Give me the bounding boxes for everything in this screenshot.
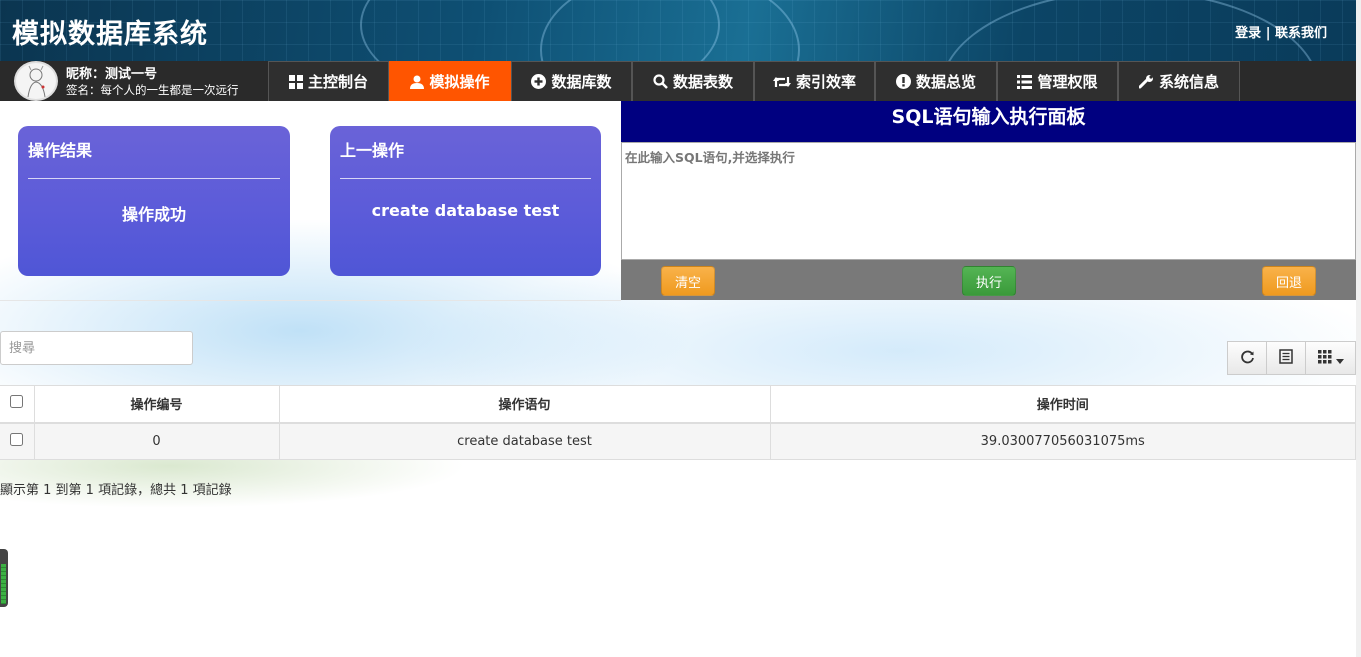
tab-label: 系统信息: [1158, 73, 1219, 91]
toggle-view-button[interactable]: [1267, 341, 1306, 375]
card-divider: [28, 178, 280, 179]
avatar-sketch-icon: [27, 65, 46, 98]
tab-system-info[interactable]: 系统信息: [1118, 61, 1240, 101]
user-icon: [410, 75, 425, 89]
cell-time: 39.030077056031075ms: [769, 422, 1356, 460]
card-title: 操作结果: [28, 141, 93, 160]
column-header-time[interactable]: 操作时间: [769, 385, 1356, 424]
section-divider: [0, 300, 621, 301]
refresh-icon: [1240, 349, 1255, 368]
row-checkbox[interactable]: [10, 432, 24, 446]
select-all-checkbox[interactable]: [10, 395, 24, 409]
search-input[interactable]: [0, 331, 193, 365]
tab-label: 数据库数: [551, 73, 612, 91]
card-title: 上一操作: [340, 141, 405, 160]
card-divider: [340, 178, 591, 179]
clear-button[interactable]: 清空: [661, 266, 715, 296]
refresh-button[interactable]: [1227, 341, 1267, 375]
toggle-view-icon: [1279, 348, 1293, 368]
user-signature: 签名：每个人的一生都是一次远行: [66, 83, 239, 97]
sql-input[interactable]: [621, 142, 1356, 260]
table-row[interactable]: 0 create database test 39.03007705603107…: [0, 422, 1356, 460]
tab-tables[interactable]: 数据表数: [632, 61, 754, 101]
column-header-id[interactable]: 操作编号: [33, 385, 280, 424]
tab-label: 数据总览: [915, 73, 976, 91]
wrench-icon: [1138, 74, 1154, 89]
columns-icon: [1317, 349, 1332, 368]
tab-label: 主控制台: [307, 73, 368, 91]
last-operation-card: 上一操作 create database test: [330, 126, 601, 276]
cell-id: 0: [33, 422, 280, 460]
avatar[interactable]: [12, 61, 60, 101]
tab-overview[interactable]: 数据总览: [875, 61, 997, 101]
tab-simulate[interactable]: 模拟操作: [389, 61, 511, 101]
chevron-down-icon: [1335, 349, 1344, 368]
tab-label: 数据表数: [672, 73, 733, 91]
side-toggle-handle[interactable]: [0, 549, 8, 607]
plus-circle-icon: [531, 74, 547, 89]
execute-button[interactable]: 执行: [962, 266, 1016, 296]
search-icon: [653, 74, 668, 89]
navbar: 昵称：测试一号 签名：每个人的一生都是一次远行 主控制台 模拟操作 数据库数 数…: [0, 61, 1361, 101]
link-separator: |: [1261, 26, 1275, 41]
grid-icon: [288, 74, 303, 89]
operations-table: 操作编号 操作语句 操作时间 0 create database test 39…: [0, 385, 1356, 460]
table-header-row: 操作编号 操作语句 操作时间: [0, 385, 1356, 424]
tab-label: 管理权限: [1037, 73, 1098, 91]
column-header-statement[interactable]: 操作语句: [278, 385, 771, 424]
tab-permissions[interactable]: 管理权限: [997, 61, 1118, 101]
user-nickname: 昵称：测试一号: [66, 67, 158, 82]
tab-label: 模拟操作: [429, 73, 490, 91]
tab-databases[interactable]: 数据库数: [511, 61, 632, 101]
operation-result-card: 操作结果 操作成功: [18, 126, 290, 276]
exclamation-circle-icon: [895, 74, 911, 89]
main-nav: 主控制台 模拟操作 数据库数 数据表数 索引效率 数据总览 管理权限 系统信息: [268, 61, 1240, 101]
row-select-cell: [0, 422, 35, 460]
pagination-info: 顯示第 1 到第 1 項記錄，總共 1 項記錄: [0, 483, 232, 498]
sql-panel: SQL语句输入执行面板 清空 执行 回退: [621, 101, 1356, 300]
contact-link[interactable]: 联系我们: [1275, 26, 1327, 41]
sql-panel-title: SQL语句输入执行面板: [621, 101, 1356, 142]
retweet-icon: [772, 75, 791, 89]
cell-statement: create database test: [278, 422, 771, 460]
select-all-cell: [0, 385, 35, 424]
sql-action-bar: 清空 执行 回退: [621, 260, 1356, 300]
tab-index-efficiency[interactable]: 索引效率: [754, 61, 875, 101]
list-icon: [1017, 74, 1033, 89]
tab-console[interactable]: 主控制台: [268, 61, 389, 101]
banner-arc-decoration: [540, 0, 800, 61]
card-value: 操作成功: [121, 205, 186, 224]
header-banner: 模拟数据库系统 登录 | 联系我们: [0, 0, 1361, 61]
rollback-button[interactable]: 回退: [1262, 266, 1316, 296]
card-value: create database test: [371, 201, 560, 220]
top-links: 登录 | 联系我们: [1235, 22, 1327, 41]
table-toolbar: [1227, 341, 1356, 375]
window-scrollbar[interactable]: [1356, 0, 1361, 657]
login-link[interactable]: 登录: [1235, 26, 1261, 41]
side-handle-indicator: [1, 564, 6, 604]
columns-button[interactable]: [1306, 341, 1356, 375]
tab-label: 索引效率: [795, 73, 856, 91]
app-title: 模拟数据库系统: [12, 19, 208, 50]
